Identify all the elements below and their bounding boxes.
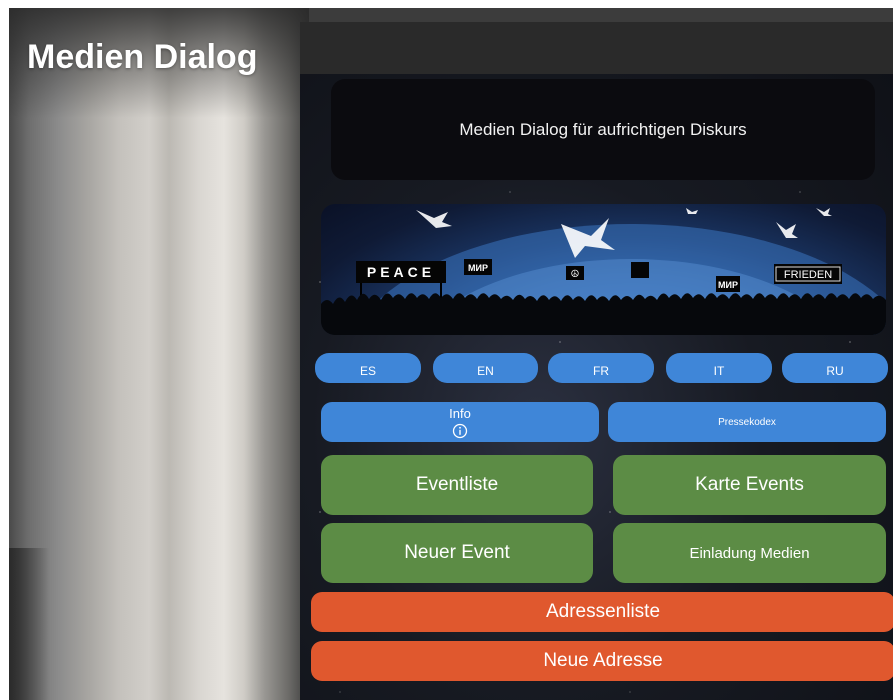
peace-sign-text: PEACE: [367, 264, 435, 280]
pressekodex-button[interactable]: Pressekodex: [608, 402, 886, 442]
language-label-ru: RU: [826, 364, 844, 378]
language-label-es: ES: [359, 364, 376, 378]
main-panel: Medien Dialog für aufrichtigen Diskurs P…: [300, 22, 893, 700]
adressenliste-label: Adressenliste: [545, 601, 661, 622]
neue-adresse-button[interactable]: Neue Adresse: [311, 641, 893, 681]
info-circle-icon: [452, 423, 468, 438]
svg-text:☮: ☮: [571, 269, 580, 280]
karte-events-label: Karte Events: [695, 474, 804, 495]
peace-banner-image: PEACE МИР ☮ МИР FRIEDEN: [321, 204, 886, 335]
language-button-en[interactable]: EN: [433, 353, 538, 383]
language-button-es[interactable]: ES: [315, 353, 421, 383]
language-label-it: IT: [713, 364, 725, 378]
panel-header: [300, 22, 893, 74]
einladung-medien-label: Einladung Medien: [689, 544, 810, 562]
language-button-ru[interactable]: RU: [782, 353, 888, 383]
app-title: Medien Dialog: [27, 38, 258, 76]
language-button-it[interactable]: IT: [666, 353, 772, 383]
intro-text: Medien Dialog für aufrichtigen Diskurs: [459, 119, 747, 139]
mir-sign-text-1: МИР: [468, 263, 488, 273]
language-button-fr[interactable]: FR: [548, 353, 654, 383]
eventliste-label: Eventliste: [415, 474, 499, 495]
neuer-event-label: Neuer Event: [404, 542, 510, 563]
intro-box: Medien Dialog für aufrichtigen Diskurs: [331, 79, 875, 180]
einladung-medien-button[interactable]: Einladung Medien: [613, 523, 886, 583]
eventliste-button[interactable]: Eventliste: [321, 455, 593, 515]
info-label: Info: [449, 405, 471, 421]
pressekodex-label: Pressekodex: [718, 416, 776, 428]
karte-events-button[interactable]: Karte Events: [613, 455, 886, 515]
info-button[interactable]: Info: [321, 402, 599, 442]
language-label-fr: FR: [593, 364, 609, 378]
mir-sign-text-2: МИР: [718, 280, 738, 290]
neuer-event-button[interactable]: Neuer Event: [321, 523, 593, 583]
adressenliste-button[interactable]: Adressenliste: [311, 592, 893, 632]
frieden-sign-text: FRIEDEN: [784, 269, 832, 281]
neue-adresse-label: Neue Adresse: [543, 650, 663, 671]
language-label-en: EN: [477, 364, 494, 378]
